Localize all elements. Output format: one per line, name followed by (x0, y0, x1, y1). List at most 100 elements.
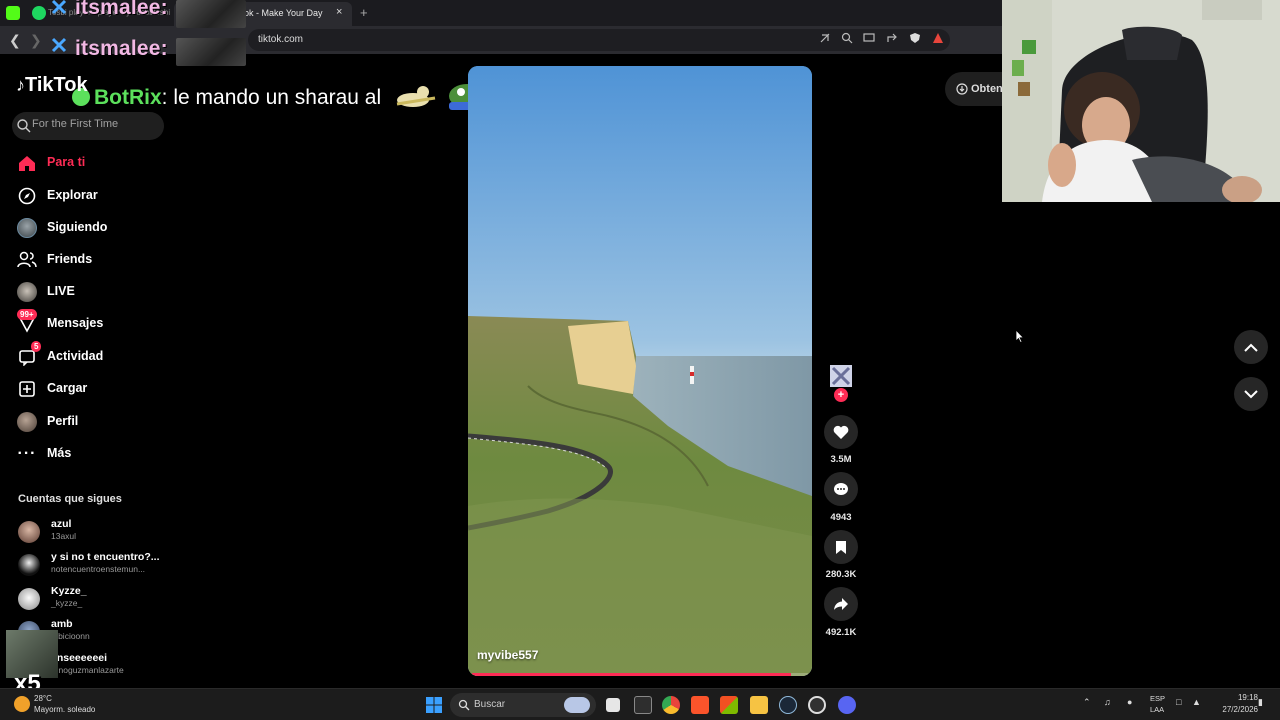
friends-icon (16, 250, 38, 270)
sidebar-item-label: Explorar (47, 188, 98, 202)
forward-icon[interactable]: ❯ (30, 32, 42, 49)
x-badge-icon (51, 37, 67, 53)
tab-title: ok - Make Your Day (244, 8, 323, 18)
new-tab-button[interactable]: + (360, 5, 368, 20)
file-explorer-icon[interactable] (750, 696, 768, 714)
messages-badge: 99+ (17, 309, 37, 320)
chrome-icon[interactable] (662, 696, 680, 714)
obs-icon[interactable] (808, 696, 826, 714)
previous-video-button[interactable] (1234, 330, 1268, 364)
account-handle: runoguzmanlazarte (51, 665, 124, 675)
sidebar-item-label: Más (47, 446, 72, 460)
language-code[interactable]: ESP (1150, 694, 1165, 703)
x-badge-icon (51, 0, 67, 15)
upload-icon (16, 379, 38, 399)
sidebar-item-cargar[interactable]: Cargar (14, 376, 164, 402)
comment-button[interactable] (824, 472, 858, 506)
like-button[interactable] (824, 415, 858, 449)
share-count: 492.1K (825, 627, 857, 638)
account-name: enseeeeeei (51, 652, 108, 664)
video-author[interactable]: myvibe557 (477, 648, 538, 662)
epic-games-icon[interactable] (634, 696, 652, 714)
windows-taskbar: 28°C Mayorm. soleado Buscar ⌃ ♫ ● ESP LA… (0, 688, 1280, 720)
sidebar-item-label: LIVE (47, 284, 75, 298)
url-text: tiktok.com (258, 34, 304, 45)
video-progress-fill (472, 673, 792, 676)
avatar (18, 588, 40, 610)
sidebar-item-label: Perfil (47, 414, 79, 428)
tray-overflow-icon[interactable]: ⌃ (1083, 697, 1091, 708)
tiktok-wordmark: TikTok (25, 74, 88, 96)
clock-date[interactable]: 27/2/2026 (1208, 705, 1258, 714)
share-arrow-icon (834, 598, 848, 610)
following-account[interactable]: Kyzze_ _kyzze_ (18, 585, 168, 613)
sidebar-item-actividad[interactable]: 5 Actividad (14, 341, 164, 370)
sidebar-item-mas[interactable]: ··· Más (14, 441, 164, 467)
get-app-icon (956, 83, 968, 95)
account-name: amb (51, 618, 73, 630)
microphone-icon[interactable]: ● (1127, 697, 1132, 707)
video-player[interactable]: myvibe557 (468, 66, 812, 676)
search-highlight-icon (564, 697, 590, 713)
video-progress-bar[interactable] (472, 673, 808, 676)
weather-description[interactable]: Mayorm. soleado (34, 705, 95, 714)
chevron-up-icon (1244, 343, 1258, 352)
steam-icon[interactable] (779, 696, 797, 714)
volume-icon[interactable]: ▲ (1192, 697, 1201, 707)
weather-icon[interactable] (14, 696, 30, 712)
bookmark-count: 280.3K (825, 569, 857, 580)
clock-time[interactable]: 19:18 (1222, 693, 1258, 702)
sidebar-item-label: Siguiendo (47, 220, 108, 234)
sidebar-item-explorar[interactable]: Explorar (14, 183, 164, 209)
creator-avatar[interactable] (829, 364, 853, 388)
brave-shield-icon[interactable] (909, 32, 921, 44)
store-icon[interactable] (720, 696, 738, 714)
kick-icon[interactable] (6, 6, 20, 20)
network-icon[interactable]: □ (1176, 697, 1181, 707)
share-icon[interactable] (886, 32, 898, 44)
weather-temperature[interactable]: 28°C (34, 694, 52, 703)
headset-icon[interactable]: ♫ (1104, 697, 1111, 707)
sidebar-item-friends[interactable]: Friends (14, 247, 164, 273)
spotify-icon[interactable] (32, 6, 46, 20)
following-section-title: Cuentas que sigues (18, 493, 122, 505)
brave-icon[interactable] (691, 696, 709, 714)
bot-separator: : (161, 86, 174, 109)
back-icon[interactable]: ❮ (9, 32, 21, 49)
chat-emote-thumbnail (176, 38, 246, 66)
taskbar-search[interactable]: Buscar (450, 693, 596, 717)
following-account[interactable]: y si no t encuentro?... notencuentroenst… (18, 551, 168, 579)
bookmark-button[interactable] (824, 530, 858, 564)
notifications-icon[interactable]: ▮ (1258, 697, 1263, 708)
close-tab-icon[interactable]: × (336, 6, 342, 18)
following-account[interactable]: azul 13axul (18, 518, 168, 546)
no-reader-icon[interactable] (819, 32, 831, 44)
activity-badge: 5 (31, 341, 42, 352)
compass-icon (16, 186, 38, 206)
tiktok-logo[interactable]: ♪TikTok (16, 74, 88, 97)
sidebar-item-perfil[interactable]: Perfil (14, 409, 164, 435)
windows-start-icon[interactable] (426, 697, 442, 713)
sidebar-item-live[interactable]: LIVE (14, 279, 164, 305)
discord-icon[interactable] (838, 696, 856, 714)
live-avatar (16, 282, 38, 302)
search-box[interactable] (12, 112, 164, 140)
task-view-icon[interactable] (606, 698, 620, 712)
sidebar-item-label: Actividad (47, 349, 104, 363)
brave-rewards-icon[interactable] (932, 32, 944, 44)
account-handle: notencuentroenstemun... (51, 564, 146, 574)
sidebar-item-mensajes[interactable]: 99+ Mensajes (14, 309, 164, 337)
share-button[interactable] (824, 587, 858, 621)
avatar (18, 554, 40, 576)
next-video-button[interactable] (1234, 377, 1268, 411)
heart-icon (833, 425, 849, 439)
follow-button[interactable]: + (834, 388, 848, 402)
sidebar-item-siguiendo[interactable]: Siguiendo (14, 215, 164, 241)
keyboard-layout[interactable]: LAA (1150, 705, 1164, 714)
search-input[interactable] (32, 118, 160, 130)
sidebar-item-para-ti[interactable]: Para ti (14, 150, 164, 176)
cast-icon[interactable] (863, 32, 875, 44)
comment-icon (834, 482, 848, 495)
zoom-icon[interactable] (841, 32, 853, 44)
search-icon[interactable] (16, 118, 32, 134)
